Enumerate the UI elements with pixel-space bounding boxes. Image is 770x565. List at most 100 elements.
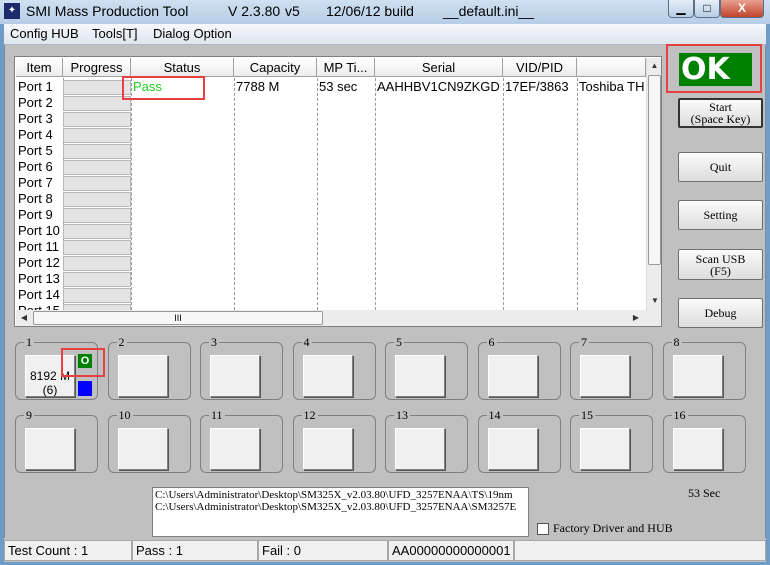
table-row[interactable]: Port 10 xyxy=(15,223,645,239)
port-button-5[interactable] xyxy=(395,355,445,397)
setting-button[interactable]: Setting xyxy=(678,200,763,230)
cell-capacity xyxy=(236,191,316,207)
port-button-3[interactable] xyxy=(210,355,260,397)
table-row[interactable]: Port 9 xyxy=(15,207,645,223)
scroll-thumb[interactable] xyxy=(648,75,661,265)
minimize-button[interactable]: ▁ xyxy=(668,0,694,18)
port-number: 6 xyxy=(486,335,497,350)
scroll-thumb-h[interactable]: III xyxy=(33,311,323,325)
port-button-15[interactable] xyxy=(580,428,630,470)
column-header-vid-pid[interactable]: VID/PID xyxy=(503,58,577,77)
column-header-capacity[interactable]: Capacity xyxy=(234,58,317,77)
cell-vid-pid xyxy=(505,127,576,143)
cell-vid-pid xyxy=(505,111,576,127)
cell-product xyxy=(579,191,645,207)
table-row[interactable]: Port 7 xyxy=(15,175,645,191)
scroll-up-icon[interactable]: ▲ xyxy=(647,58,661,74)
table-row[interactable]: Port 6 xyxy=(15,159,645,175)
menu-config-hub[interactable]: Config HUB xyxy=(10,26,79,41)
cell-product xyxy=(579,239,645,255)
table-row[interactable]: Port 14 xyxy=(15,287,645,303)
cell-capacity xyxy=(236,95,316,111)
activity-led-icon xyxy=(78,381,92,396)
cell-serial xyxy=(377,271,502,287)
column-header-serial[interactable]: Serial xyxy=(375,58,503,77)
cell-item: Port 1 xyxy=(18,79,53,94)
cell-item: Port 2 xyxy=(18,95,53,110)
scan-usb-button[interactable]: Scan USB (F5) xyxy=(678,249,763,280)
log-line: C:\Users\Administrator\Desktop\SM325X_v2… xyxy=(155,501,517,513)
port-button-13[interactable] xyxy=(395,428,445,470)
port-number: 3 xyxy=(209,335,219,350)
column-header-status[interactable]: Status xyxy=(131,58,234,77)
vertical-scrollbar[interactable]: ▲ ▼ xyxy=(646,58,661,310)
cell-serial xyxy=(377,255,502,271)
debug-button[interactable]: Debug xyxy=(678,298,763,328)
port-button-6[interactable] xyxy=(487,355,538,397)
cell-item: Port 8 xyxy=(18,191,53,206)
port-button-7[interactable] xyxy=(580,355,630,397)
port-button-12[interactable] xyxy=(302,428,353,470)
table-row[interactable]: Port 12 xyxy=(15,255,645,271)
column-header-item[interactable]: Item xyxy=(16,58,63,77)
progress-bar xyxy=(63,192,131,207)
table-row[interactable]: Port 4 xyxy=(15,127,645,143)
cell-item: Port 7 xyxy=(18,175,53,190)
scroll-right-icon[interactable]: ▶ xyxy=(628,310,644,326)
port-button-4[interactable] xyxy=(302,355,353,397)
table-row[interactable]: Port 8 xyxy=(15,191,645,207)
start-button[interactable]: Start (Space Key) xyxy=(678,98,763,128)
column-header-mp-time[interactable]: MP Ti... xyxy=(317,58,375,77)
port-button-14[interactable] xyxy=(487,428,538,470)
horizontal-scrollbar[interactable]: ◀ III ▶ xyxy=(16,310,661,326)
scan-key-label: (F5) xyxy=(710,263,731,278)
table-row[interactable]: Port 2 xyxy=(15,95,645,111)
menu-dialog-option[interactable]: Dialog Option xyxy=(153,26,232,41)
port-button-11[interactable] xyxy=(210,428,260,470)
menu-tools[interactable]: Tools[T] xyxy=(92,26,138,41)
app-icon: ✦ xyxy=(4,3,20,19)
port-list[interactable]: Item Progress Status Capacity MP Ti... Serial… xyxy=(14,56,662,327)
table-row[interactable]: Port 13 xyxy=(15,271,645,287)
cell-mp-time xyxy=(319,175,374,191)
cell-vid-pid xyxy=(505,223,576,239)
cell-vid-pid xyxy=(505,207,576,223)
cell-capacity xyxy=(236,239,316,255)
port-button-8[interactable] xyxy=(672,355,723,397)
cell-serial xyxy=(377,287,502,303)
port-number: 14 xyxy=(486,408,503,423)
cell-serial xyxy=(377,95,502,111)
cell-product xyxy=(579,207,645,223)
test-count: Test Count : 1 xyxy=(4,540,132,561)
log-box[interactable]: C:\Users\Administrator\Desktop\SM325X_v2… xyxy=(152,487,529,537)
cell-vid-pid xyxy=(505,255,576,271)
maximize-button[interactable]: □ xyxy=(694,0,720,18)
table-row[interactable]: Port 3 xyxy=(15,111,645,127)
factory-driver-checkbox[interactable] xyxy=(537,523,549,535)
port-button-9[interactable] xyxy=(25,428,75,470)
cell-status xyxy=(133,239,233,255)
table-row[interactable]: Port 11 xyxy=(15,239,645,255)
close-button[interactable]: X xyxy=(720,0,764,18)
cell-product xyxy=(579,175,645,191)
port-group-2: 2 xyxy=(107,335,191,400)
scroll-down-icon[interactable]: ▼ xyxy=(647,293,661,309)
column-header-product[interactable] xyxy=(577,58,646,77)
port-group-7: 7 xyxy=(570,335,653,400)
quit-button[interactable]: Quit xyxy=(678,152,763,182)
column-header-progress[interactable]: Progress xyxy=(63,58,131,77)
fail-count: Fail : 0 xyxy=(258,540,388,561)
table-row[interactable]: Port 5 xyxy=(15,143,645,159)
scroll-left-icon[interactable]: ◀ xyxy=(16,310,32,326)
cell-serial xyxy=(377,223,502,239)
cell-capacity xyxy=(236,127,316,143)
port-button-10[interactable] xyxy=(117,428,168,470)
cell-capacity xyxy=(236,287,316,303)
port-button-16[interactable] xyxy=(672,428,723,470)
port-button-2[interactable] xyxy=(117,355,168,397)
table-row[interactable]: Port 1 Pass 7788 M 53 sec AAHHBV1CN9ZKGD 17EF… xyxy=(15,79,645,95)
progress-bar xyxy=(63,160,131,175)
progress-bar xyxy=(63,176,131,191)
cell-item: Port 5 xyxy=(18,143,53,158)
progress-bar xyxy=(63,240,131,255)
